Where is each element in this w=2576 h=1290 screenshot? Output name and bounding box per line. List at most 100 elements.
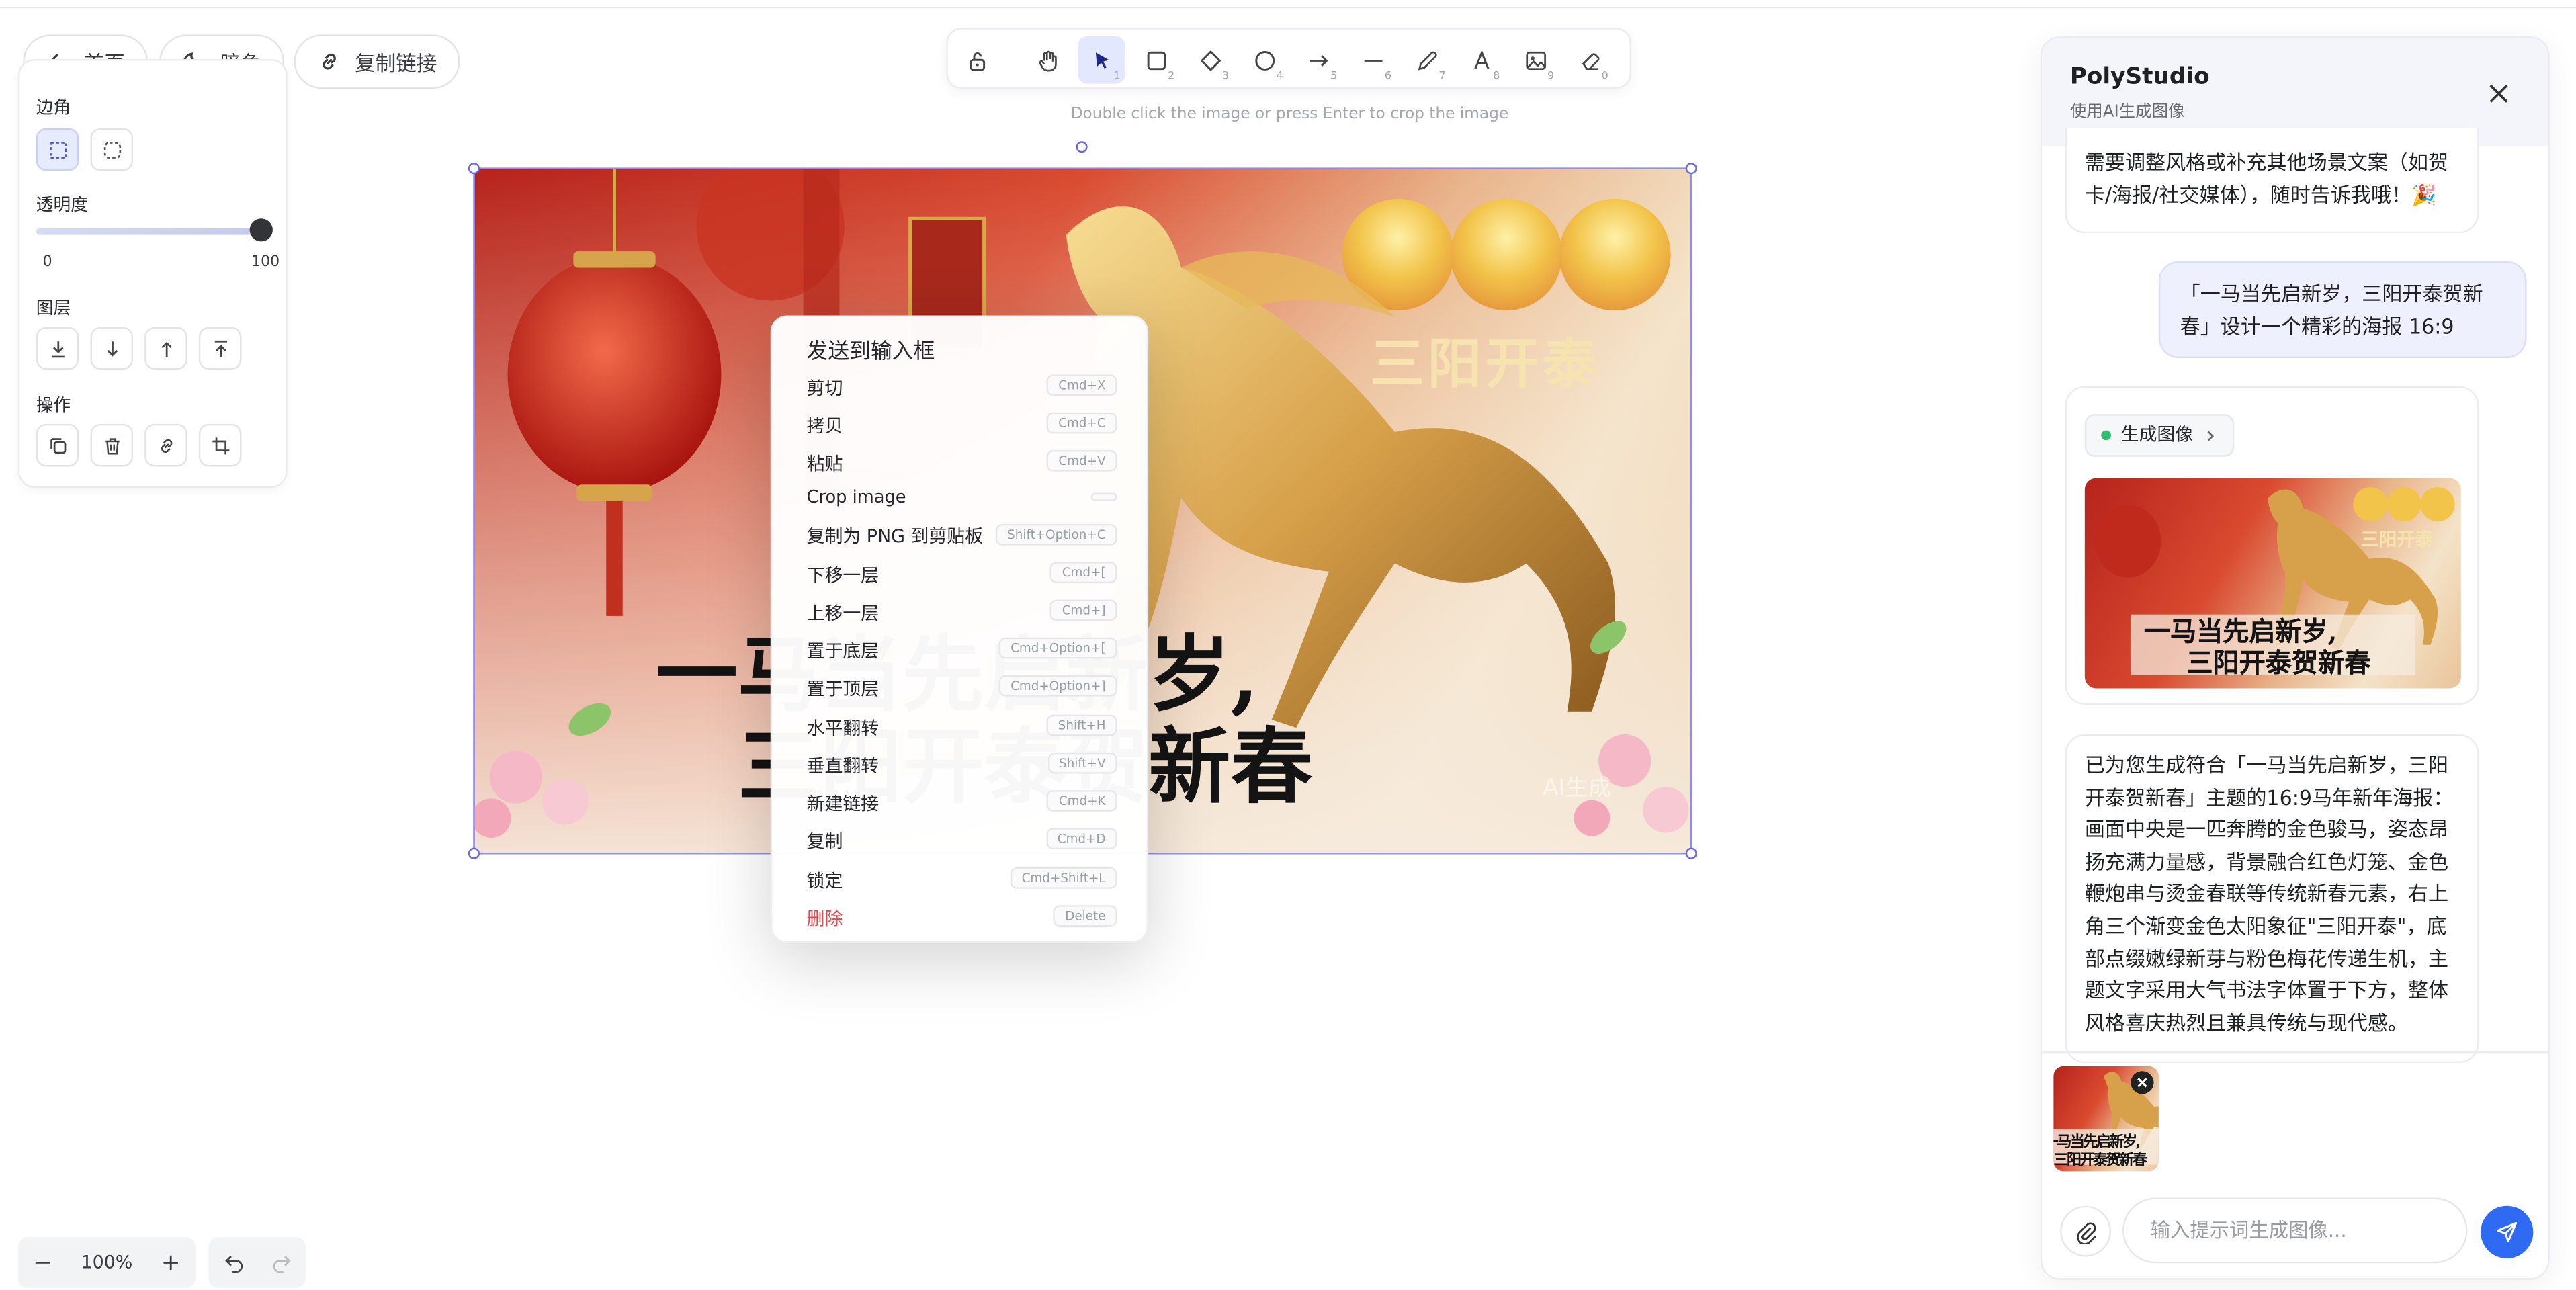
- shortcut-bring-to-front: Cmd+Option+]: [999, 675, 1117, 697]
- message-line: 画面中央是一匹奔腾的金色骏马，姿态昂: [2084, 818, 2449, 842]
- menu-item-flip-vertical[interactable]: 垂直翻转: [807, 752, 879, 779]
- menu-item-copy[interactable]: 拷贝: [807, 413, 843, 439]
- line-tool[interactable]: 6: [1348, 36, 1396, 84]
- undo-icon: [224, 1256, 242, 1273]
- send-to-back-icon: [51, 341, 64, 357]
- message-line: 扬充满力量感，背景融合红色灯笼、金色: [2084, 851, 2449, 874]
- hand-tool[interactable]: [1023, 36, 1071, 84]
- shortcut-copy-png: Shift+Option+C: [995, 523, 1117, 546]
- zoom-level[interactable]: 100%: [67, 1237, 146, 1288]
- message-line: 鞭炮串与烫金春联等传统新春元素，右上: [2084, 882, 2449, 906]
- menu-item-bring-to-front[interactable]: 置于顶层: [807, 675, 879, 701]
- eraser-tool[interactable]: 0: [1565, 36, 1613, 84]
- corner-label: 边角: [36, 98, 71, 119]
- send-icon: [2497, 1221, 2518, 1242]
- prompt-input[interactable]: [2150, 1199, 2463, 1262]
- generation-result-card: 生成图像 三阳开泰 一马当先启新岁, 三阳开泰贺新春: [2065, 386, 2479, 705]
- resize-handle-sw[interactable]: [468, 847, 480, 859]
- arrow-up-icon: [161, 341, 171, 356]
- menu-item-send-to-input[interactable]: 发送到输入框: [807, 333, 935, 365]
- menu-item-new-link[interactable]: 新建链接: [807, 790, 879, 816]
- paperclip-icon: [2075, 1221, 2096, 1243]
- bring-to-front-button[interactable]: [198, 327, 242, 370]
- circle-icon: [1254, 50, 1274, 70]
- remove-attachment-button[interactable]: [2131, 1071, 2154, 1094]
- chat-panel: PolyStudio 使用AI生成图像 需要调整风格或补充其他场景文案（如贺 卡…: [2040, 36, 2550, 1280]
- delete-button[interactable]: [90, 423, 134, 467]
- lock-tool[interactable]: [953, 36, 1000, 84]
- resize-handle-nw[interactable]: [468, 163, 480, 175]
- thumbnail-line-2: 三阳开泰贺新春: [2186, 647, 2371, 679]
- duplicate-button[interactable]: [36, 423, 79, 467]
- resize-handle-ne[interactable]: [1685, 163, 1697, 175]
- status-dot: [2101, 430, 2111, 441]
- message-line: 角三个渐变金色太阳象征"三阳开泰"，底: [2084, 914, 2447, 939]
- tool-shortcut: 2: [1168, 69, 1175, 83]
- sharp-corner-icon: [48, 140, 67, 159]
- undo-button[interactable]: [209, 1237, 258, 1288]
- composer-divider: [2042, 1051, 2548, 1054]
- message-line: 风格喜庆热烈且兼具传统与现代感。: [2084, 1011, 2408, 1035]
- round-corner-icon: [103, 140, 120, 159]
- zoom-controls: − 100% +: [17, 1237, 196, 1288]
- menu-item-paste[interactable]: 粘贴: [807, 450, 843, 476]
- zoom-out-button[interactable]: −: [18, 1237, 67, 1288]
- text-icon: [1473, 49, 1489, 69]
- opacity-slider[interactable]: [36, 228, 267, 235]
- action-label: 操作: [36, 396, 71, 416]
- close-button[interactable]: [2483, 77, 2516, 110]
- menu-item-crop-image[interactable]: Crop image: [807, 488, 906, 507]
- select-tool[interactable]: 1: [1077, 36, 1125, 84]
- chevron-right-icon: [2207, 430, 2215, 441]
- tool-shortcut: 3: [1221, 69, 1229, 83]
- pen-tool[interactable]: 7: [1403, 36, 1451, 84]
- tool-shortcut: 6: [1384, 69, 1391, 83]
- opacity-slider-knob[interactable]: [249, 218, 273, 242]
- send-to-back-button[interactable]: [36, 327, 79, 370]
- generated-image-thumbnail[interactable]: 三阳开泰 一马当先启新岁, 三阳开泰贺新春: [2084, 478, 2461, 689]
- menu-item-lock[interactable]: 锁定: [807, 867, 843, 894]
- message-line: 「一马当先启新岁，三阳开泰贺新: [2180, 282, 2483, 306]
- shortcut-flip-vertical: Shift+V: [1047, 752, 1117, 774]
- menu-item-cut[interactable]: 剪切: [807, 374, 843, 400]
- image-tool[interactable]: 9: [1511, 36, 1559, 84]
- menu-item-copy-png[interactable]: 复制为 PNG 到剪贴板: [807, 523, 984, 549]
- crop-button[interactable]: [198, 423, 242, 467]
- diamond-icon: [1199, 50, 1220, 71]
- message-line: 春」设计一个精彩的海报 16:9: [2180, 315, 2454, 339]
- menu-item-send-to-back[interactable]: 置于底层: [807, 638, 879, 664]
- shortcut-duplicate: Cmd+D: [1045, 828, 1117, 850]
- shortcut-move-up: Cmd+]: [1050, 599, 1117, 621]
- menu-item-delete[interactable]: 删除: [807, 905, 843, 931]
- diamond-tool[interactable]: 3: [1186, 36, 1234, 84]
- menu-item-duplicate[interactable]: 复制: [807, 828, 843, 854]
- link-button[interactable]: [144, 423, 187, 467]
- rectangle-tool[interactable]: 2: [1132, 36, 1180, 84]
- generate-image-chip[interactable]: 生成图像: [2084, 414, 2235, 457]
- round-corner-button[interactable]: [90, 128, 134, 171]
- menu-item-move-up[interactable]: 上移一层: [807, 599, 879, 626]
- send-backward-button[interactable]: [90, 327, 134, 370]
- menu-item-flip-horizontal[interactable]: 水平翻转: [807, 715, 879, 741]
- arrow-tool[interactable]: 5: [1295, 36, 1342, 84]
- sharp-corner-button[interactable]: [36, 128, 79, 171]
- copy-link-button[interactable]: 复制链接: [294, 34, 460, 89]
- message-line: 已为您生成符合「一马当先启新岁，三阳: [2084, 754, 2449, 777]
- tool-shortcut: 1: [1113, 69, 1121, 83]
- message-line: 需要调整风格或补充其他场景文案（如贺: [2084, 150, 2449, 175]
- layer-label: 图层: [36, 299, 71, 319]
- attach-button[interactable]: [2060, 1205, 2111, 1257]
- tool-shortcut: 5: [1330, 69, 1338, 83]
- resize-handle-se[interactable]: [1685, 847, 1697, 859]
- zoom-in-button[interactable]: +: [146, 1237, 196, 1288]
- ellipse-tool[interactable]: 4: [1240, 36, 1288, 84]
- menu-item-move-down[interactable]: 下移一层: [807, 562, 879, 588]
- send-button[interactable]: [2481, 1205, 2534, 1258]
- tool-shortcut: 4: [1276, 69, 1283, 83]
- attached-image-preview[interactable]: 一马当先启新岁, 三阳开泰贺新春: [2053, 1066, 2159, 1172]
- rotate-handle[interactable]: [1076, 141, 1088, 153]
- assistant-message: 需要调整风格或补充其他场景文案（如贺 卡/海报/社交媒体），随时告诉我哦！🎉: [2065, 128, 2479, 234]
- bring-forward-button[interactable]: [144, 327, 187, 370]
- redo-button[interactable]: [256, 1237, 305, 1288]
- text-tool[interactable]: 8: [1457, 36, 1505, 84]
